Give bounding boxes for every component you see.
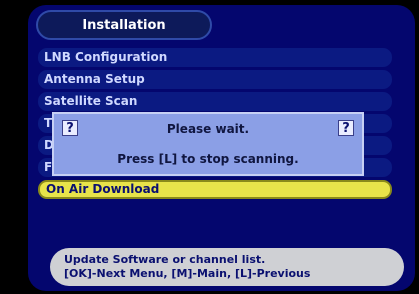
menu-item-satellite-scan[interactable]: Satellite Scan (38, 92, 392, 111)
menu-item-label: LNB Configuration (44, 50, 168, 64)
menu-item-label: Satellite Scan (44, 94, 138, 108)
dialog-message: Press [L] to stop scanning. (117, 152, 299, 166)
menu-item-label: F (44, 160, 53, 174)
question-icon: ? (338, 120, 354, 136)
help-bar: Update Software or channel list. [OK]-Ne… (50, 248, 404, 286)
menu-item-label: T (44, 116, 53, 130)
help-text-line1: Update Software or channel list. (64, 253, 266, 266)
page-title-text: Installation (82, 17, 166, 33)
dialog-title: Please wait. (166, 122, 250, 136)
menu-item-label: On Air Download (46, 182, 160, 196)
page-title: Installation (36, 10, 212, 40)
help-text-line2: [OK]-Next Menu, [M]-Main, [L]-Previous (64, 267, 311, 280)
menu-item-label: Antenna Setup (44, 72, 145, 86)
menu-item-lnb-configuration[interactable]: LNB Configuration (38, 48, 392, 67)
menu-item-on-air-download[interactable]: On Air Download (38, 180, 392, 199)
please-wait-dialog: ? Please wait. ? Press [L] to stop scann… (52, 112, 364, 176)
menu-item-antenna-setup[interactable]: Antenna Setup (38, 70, 392, 89)
